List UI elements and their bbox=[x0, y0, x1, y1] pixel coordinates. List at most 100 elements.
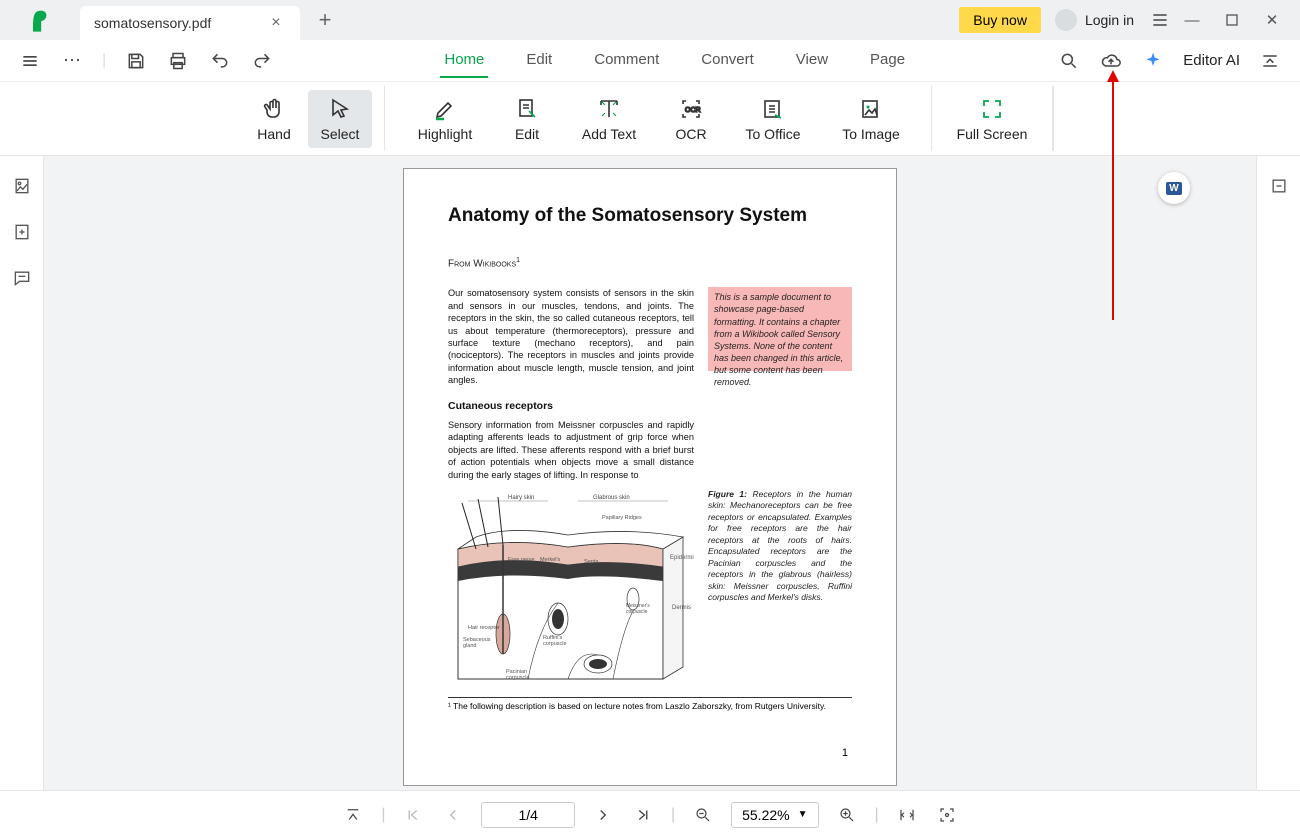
first-page-alt-icon[interactable] bbox=[341, 803, 365, 827]
footnote: ¹ The following description is based on … bbox=[448, 697, 852, 711]
to-image-icon bbox=[858, 96, 884, 122]
avatar-icon bbox=[1055, 9, 1077, 31]
fullscreen-icon bbox=[979, 96, 1005, 122]
svg-text:Merkel's: Merkel's bbox=[540, 557, 561, 563]
section-heading: Cutaneous receptors bbox=[448, 399, 694, 413]
ocr-tool[interactable]: OCR OCR bbox=[659, 90, 723, 148]
hand-tool[interactable]: Hand bbox=[242, 90, 306, 148]
tab-home[interactable]: Home bbox=[440, 43, 488, 78]
last-page-button[interactable] bbox=[631, 803, 655, 827]
main-area: Anatomy of the Somatosensory System From… bbox=[0, 156, 1300, 790]
zoom-level[interactable]: 55.22%▼ bbox=[731, 802, 818, 828]
tab-page[interactable]: Page bbox=[866, 43, 909, 78]
buy-now-button[interactable]: Buy now bbox=[959, 7, 1041, 33]
minimize-button[interactable]: — bbox=[1182, 10, 1202, 30]
more-icon[interactable]: ⋯ bbox=[60, 49, 84, 73]
thumbnails-icon[interactable] bbox=[10, 174, 34, 198]
highlighter-icon bbox=[432, 96, 458, 122]
svg-text:corpuscle: corpuscle bbox=[543, 641, 567, 647]
svg-text:Free nerve: Free nerve bbox=[508, 557, 535, 563]
redo-icon[interactable] bbox=[250, 49, 274, 73]
menu-tabs: Home Edit Comment Convert View Page bbox=[292, 43, 1057, 78]
cursor-icon bbox=[327, 96, 353, 122]
svg-text:Papillary Ridges: Papillary Ridges bbox=[602, 515, 642, 521]
page-title: Anatomy of the Somatosensory System bbox=[448, 205, 852, 227]
from-line: From Wikibooks1 bbox=[448, 257, 852, 269]
tab-edit[interactable]: Edit bbox=[522, 43, 556, 78]
svg-text:gland: gland bbox=[463, 643, 476, 649]
editor-ai-button[interactable]: Editor AI bbox=[1183, 52, 1240, 69]
svg-text:corpuscle: corpuscle bbox=[626, 609, 648, 615]
titlebar: somatosensory.pdf × + Buy now Login in —… bbox=[0, 0, 1300, 40]
comments-panel-icon[interactable] bbox=[10, 266, 34, 290]
sparkle-icon[interactable] bbox=[1141, 49, 1165, 73]
undo-icon[interactable] bbox=[208, 49, 232, 73]
zoom-out-button[interactable] bbox=[691, 803, 715, 827]
save-icon[interactable] bbox=[124, 49, 148, 73]
prev-page-button[interactable] bbox=[441, 803, 465, 827]
hand-icon bbox=[261, 96, 287, 122]
to-office-icon bbox=[760, 96, 786, 122]
convert-to-word-pill[interactable]: W bbox=[1158, 172, 1190, 204]
left-sidebar bbox=[0, 156, 44, 790]
close-tab-icon[interactable]: × bbox=[271, 14, 280, 32]
next-page-button[interactable] bbox=[591, 803, 615, 827]
page-number: 1 bbox=[842, 747, 848, 759]
login-label: Login in bbox=[1085, 12, 1134, 28]
to-office-tool[interactable]: To Office bbox=[725, 90, 821, 148]
highlight-tool[interactable]: Highlight bbox=[397, 90, 493, 148]
bookmarks-icon[interactable] bbox=[10, 220, 34, 244]
close-window-button[interactable]: ✕ bbox=[1262, 10, 1282, 30]
document-tab[interactable]: somatosensory.pdf × bbox=[80, 6, 300, 40]
properties-panel-icon[interactable] bbox=[1267, 174, 1291, 198]
fit-width-icon[interactable] bbox=[895, 803, 919, 827]
app-menu-icon[interactable] bbox=[1148, 8, 1172, 32]
annotation-arrow bbox=[1112, 80, 1114, 320]
svg-text:Dermis: Dermis bbox=[672, 605, 691, 611]
svg-text:Epidermis: Epidermis bbox=[670, 555, 694, 561]
svg-text:corpuscle: corpuscle bbox=[506, 675, 530, 681]
tab-view[interactable]: View bbox=[792, 43, 832, 78]
edit-page-icon bbox=[514, 96, 540, 122]
svg-text:OCR: OCR bbox=[685, 107, 701, 114]
full-screen-tool[interactable]: Full Screen bbox=[944, 90, 1040, 148]
edit-tool[interactable]: Edit bbox=[495, 90, 559, 148]
svg-text:Septa: Septa bbox=[584, 559, 599, 565]
pdf-page: Anatomy of the Somatosensory System From… bbox=[403, 168, 897, 786]
tab-convert[interactable]: Convert bbox=[697, 43, 758, 78]
add-text-tool[interactable]: Add Text bbox=[561, 90, 657, 148]
add-text-icon bbox=[596, 96, 622, 122]
menu-row: ⋯ | Home Edit Comment Convert View Page … bbox=[0, 40, 1300, 82]
cloud-upload-icon[interactable] bbox=[1099, 49, 1123, 73]
section-paragraph: Sensory information from Meissner corpus… bbox=[448, 419, 694, 481]
zoom-in-button[interactable] bbox=[835, 803, 859, 827]
document-canvas[interactable]: Anatomy of the Somatosensory System From… bbox=[44, 156, 1256, 790]
search-icon[interactable] bbox=[1057, 49, 1081, 73]
figure-diagram: Hairy skin Glabrous skin bbox=[448, 489, 694, 689]
window-controls: — ✕ bbox=[1182, 10, 1282, 30]
collapse-ribbon-icon[interactable] bbox=[1258, 49, 1282, 73]
ocr-icon: OCR bbox=[678, 96, 704, 122]
svg-text:Glabrous skin: Glabrous skin bbox=[593, 495, 630, 501]
right-sidebar bbox=[1256, 156, 1300, 790]
figure-caption: Figure 1: Receptors in the human skin: M… bbox=[708, 489, 852, 689]
print-icon[interactable] bbox=[166, 49, 190, 73]
intro-paragraph: Our somatosensory system consists of sen… bbox=[448, 287, 694, 386]
app-logo bbox=[0, 6, 80, 34]
new-tab-button[interactable]: + bbox=[310, 5, 340, 35]
tab-title: somatosensory.pdf bbox=[94, 15, 211, 31]
to-image-tool[interactable]: To Image bbox=[823, 90, 919, 148]
hamburger-menu-icon[interactable] bbox=[18, 49, 42, 73]
maximize-button[interactable] bbox=[1222, 10, 1242, 30]
toolbar: Hand Select Highlight Edit Add Text OCR … bbox=[0, 82, 1300, 156]
page-indicator[interactable]: 1/4 bbox=[481, 802, 574, 828]
select-tool[interactable]: Select bbox=[308, 90, 372, 148]
tab-comment[interactable]: Comment bbox=[590, 43, 663, 78]
status-bar: | 1/4 | 55.22%▼ | bbox=[0, 790, 1300, 838]
svg-text:Hairy skin: Hairy skin bbox=[508, 495, 534, 501]
first-page-button[interactable] bbox=[401, 803, 425, 827]
login-button[interactable]: Login in bbox=[1055, 9, 1134, 31]
sample-note-box: This is a sample document to showcase pa… bbox=[708, 287, 852, 371]
fit-page-icon[interactable] bbox=[935, 803, 959, 827]
svg-text:Hair receptor: Hair receptor bbox=[468, 625, 500, 631]
